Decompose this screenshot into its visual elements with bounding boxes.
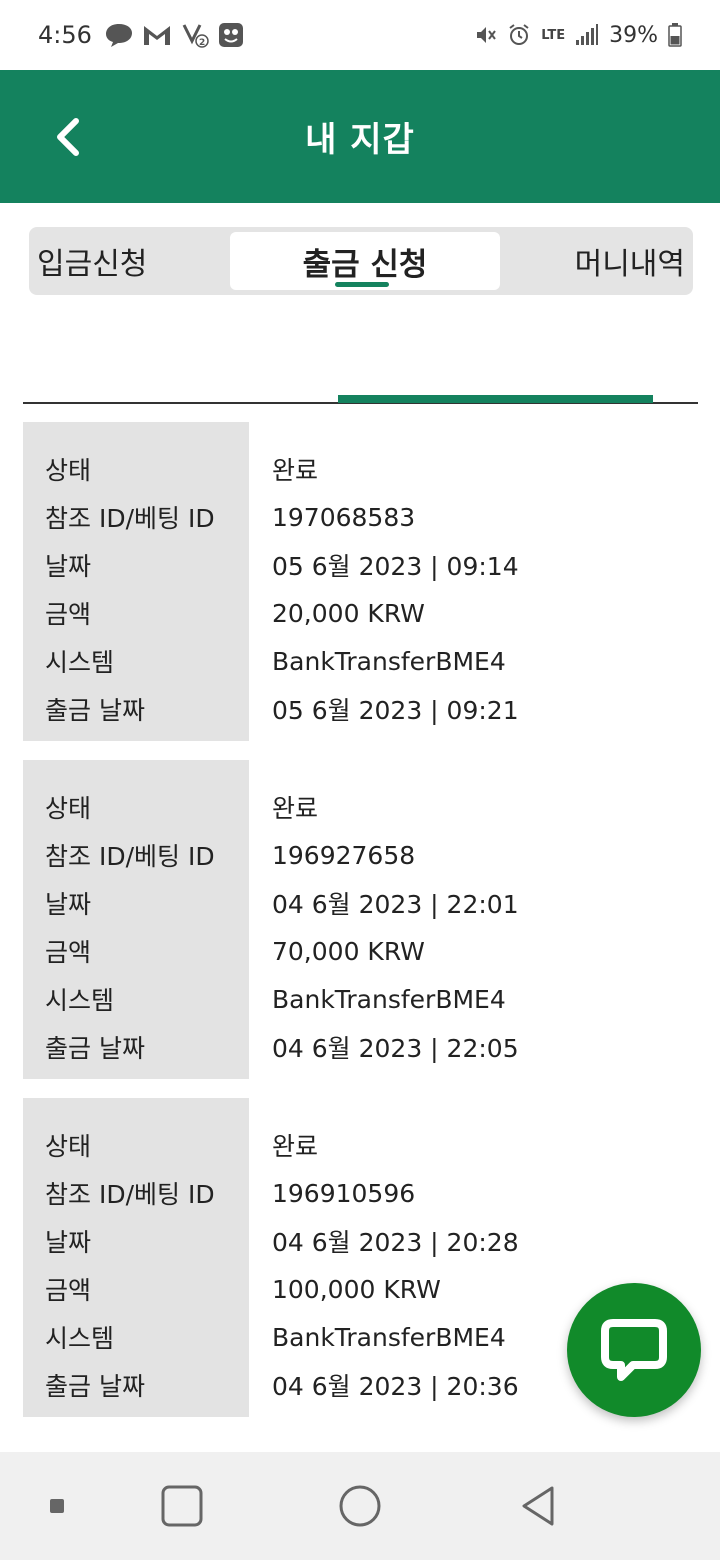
app-header: 내 지갑 — [0, 70, 720, 203]
record-labels: 상태 참조 ID/베팅 ID 날짜 금액 시스템 출금 날짜 — [23, 1098, 249, 1417]
label-system: 시스템 — [45, 1324, 115, 1353]
back-button[interactable] — [42, 112, 92, 162]
value-date: 05 6월 2023 | 09:14 — [272, 552, 519, 581]
chat-bubble-icon — [601, 1319, 667, 1381]
nav-menu-button[interactable] — [37, 1452, 77, 1560]
record-values: 완료 197068583 05 6월 2023 | 09:14 20,000 K… — [249, 422, 698, 741]
small-square-icon — [50, 1499, 64, 1513]
value-withdraw-date: 04 6월 2023 | 22:05 — [272, 1034, 519, 1063]
nav-recents-button[interactable] — [152, 1452, 212, 1560]
value-system: BankTransferBME4 — [272, 646, 506, 676]
label-status: 상태 — [45, 794, 92, 823]
label-amount: 금액 — [45, 938, 92, 967]
alarm-icon — [507, 23, 531, 47]
withdraw-record: 상태 참조 ID/베팅 ID 날짜 금액 시스템 출금 날짜 완료 197068… — [23, 422, 698, 741]
value-date: 04 6월 2023 | 22:01 — [272, 890, 519, 919]
signal-icon — [575, 24, 599, 46]
tab-money-history[interactable]: 머니내역 — [575, 227, 685, 295]
svg-text:2: 2 — [199, 38, 205, 48]
battery-icon — [668, 23, 682, 47]
value-date: 04 6월 2023 | 20:28 — [272, 1228, 519, 1257]
status-right: LTE 39% — [473, 23, 682, 48]
label-system: 시스템 — [45, 648, 115, 677]
label-status: 상태 — [45, 1132, 92, 1161]
chat-bubble-icon — [104, 22, 134, 48]
label-amount: 금액 — [45, 600, 92, 629]
value-ref-id: 197068583 — [272, 502, 416, 532]
status-left: 4:56 2 — [38, 21, 244, 49]
label-ref-id: 참조 ID/베팅 ID — [45, 504, 215, 533]
value-ref-id: 196927658 — [272, 840, 416, 870]
label-date: 날짜 — [45, 552, 92, 581]
page-title: 내 지갑 — [305, 120, 415, 160]
label-date: 날짜 — [45, 890, 92, 919]
withdraw-records: 상태 참조 ID/베팅 ID 날짜 금액 시스템 출금 날짜 완료 197068… — [23, 422, 698, 1436]
nav-home-button[interactable] — [330, 1452, 390, 1560]
back-triangle-icon — [522, 1486, 554, 1526]
tab-deposit-request[interactable]: 입금신청 — [37, 227, 147, 295]
label-status: 상태 — [45, 456, 92, 485]
lte-icon: LTE — [541, 27, 566, 43]
value-status: 완료 — [272, 456, 319, 485]
label-system: 시스템 — [45, 986, 115, 1015]
chevron-left-icon — [57, 118, 79, 156]
record-labels: 상태 참조 ID/베팅 ID 날짜 금액 시스템 출금 날짜 — [23, 422, 249, 741]
label-ref-id: 참조 ID/베팅 ID — [45, 842, 215, 871]
app-icon — [218, 22, 244, 48]
battery-text: 39% — [609, 22, 658, 48]
label-amount: 금액 — [45, 1276, 92, 1305]
value-ref-id: 196910596 — [272, 1178, 416, 1208]
nav-back-button[interactable] — [508, 1452, 568, 1560]
gmail-icon — [142, 23, 172, 47]
value-withdraw-date: 05 6월 2023 | 09:21 — [272, 696, 519, 725]
live-chat-button[interactable] — [567, 1283, 701, 1417]
label-withdraw-date: 출금 날짜 — [45, 696, 145, 725]
tab-withdraw-request[interactable]: 출금 신청 — [230, 232, 500, 290]
system-nav-bar — [0, 1452, 720, 1560]
record-labels: 상태 참조 ID/베팅 ID 날짜 금액 시스템 출금 날짜 — [23, 760, 249, 1079]
tab-active-indicator — [335, 282, 389, 287]
value-system: BankTransferBME4 — [272, 984, 506, 1014]
missed-call-icon: 2 — [180, 21, 210, 49]
label-withdraw-date: 출금 날짜 — [45, 1034, 145, 1063]
label-date: 날짜 — [45, 1228, 92, 1257]
label-ref-id: 참조 ID/베팅 ID — [45, 1180, 215, 1209]
status-bar: 4:56 2 LTE 39% — [0, 0, 720, 70]
withdraw-record: 상태 참조 ID/베팅 ID 날짜 금액 시스템 출금 날짜 완료 196927… — [23, 760, 698, 1079]
tab-withdraw-label: 출금 신청 — [302, 246, 428, 283]
status-time: 4:56 — [38, 21, 92, 49]
value-amount: 20,000 KRW — [272, 598, 425, 628]
value-amount: 70,000 KRW — [272, 936, 425, 966]
divider-accent — [338, 395, 653, 403]
recents-icon — [161, 1485, 203, 1527]
mute-icon — [473, 23, 497, 47]
value-status: 완료 — [272, 794, 319, 823]
label-withdraw-date: 출금 날짜 — [45, 1372, 145, 1401]
tab-bar: 입금신청 출금 신청 머니내역 — [29, 227, 693, 295]
record-values: 완료 196927658 04 6월 2023 | 22:01 70,000 K… — [249, 760, 698, 1079]
value-status: 완료 — [272, 1132, 319, 1161]
home-icon — [339, 1485, 381, 1527]
